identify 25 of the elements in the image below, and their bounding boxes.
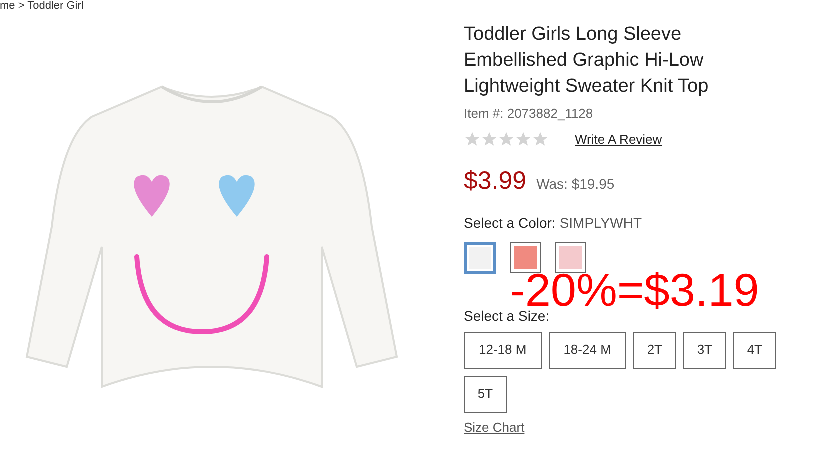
size-option[interactable]: 4T [733,332,776,368]
size-option[interactable]: 12-18 M [464,332,542,368]
star-icon [498,130,515,148]
size-chart-link[interactable]: Size Chart [464,418,784,437]
was-price: Was: $19.95 [536,175,615,194]
size-option[interactable]: 3T [683,332,726,368]
color-swatch[interactable] [464,242,496,274]
star-icon [464,130,481,148]
product-title: Toddler Girls Long Sleeve Embellished Graphic Hi-Low Lightweight Sweater Knit Top [464,23,710,99]
size-option[interactable]: 5T [464,376,507,412]
star-icon [515,130,532,148]
size-option[interactable]: 2T [633,332,676,368]
color-swatch[interactable] [510,242,541,272]
size-option[interactable]: 18-24 M [548,332,626,368]
star-icon [532,130,549,148]
color-value: SIMPLYWHT [560,214,642,232]
star-icon [481,130,498,148]
color-label: Select a Color: [464,214,556,232]
size-label: Select a Size: [464,308,550,326]
item-number: Item #: 2073882_1128 [464,105,594,123]
color-swatch[interactable] [555,242,586,272]
discount-note: -20%=$3.19 [510,270,760,310]
sale-price: $3.99 [464,166,527,197]
write-review-link[interactable]: Write A Review [575,130,662,149]
breadcrumb[interactable]: me > Toddler Girl [0,0,84,12]
